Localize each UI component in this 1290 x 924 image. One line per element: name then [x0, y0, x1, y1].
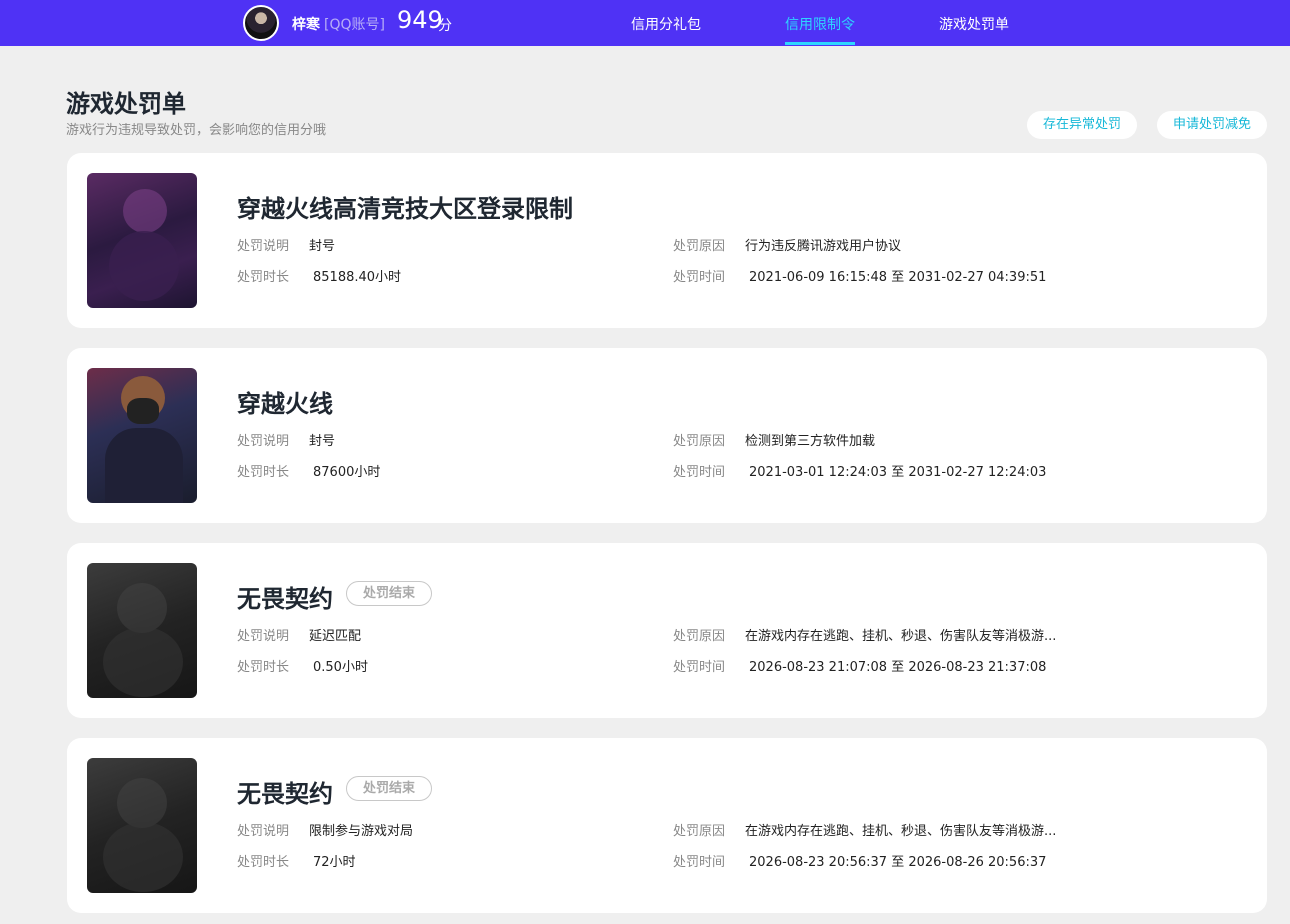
- page-subtitle: 游戏行为违规导致处罚，会影响您的信用分哦: [66, 123, 327, 138]
- penalty-time: 2021-03-01 12:24:03 至 2031-02-27 12:24:0…: [749, 465, 1047, 480]
- penalty-description: 延迟匹配: [309, 629, 362, 644]
- label-time: 处罚时间: [673, 660, 726, 675]
- label-time: 处罚时间: [673, 855, 726, 870]
- status-badge: 处罚结束: [346, 776, 432, 801]
- appeal-button[interactable]: 申请处罚减免: [1157, 111, 1267, 139]
- username: 梓寒: [292, 17, 320, 33]
- game-thumbnail: [87, 173, 197, 308]
- nav-game-penalty[interactable]: 游戏处罚单: [939, 14, 1009, 34]
- label-time: 处罚时间: [673, 465, 726, 480]
- label-duration: 处罚时长: [237, 855, 290, 870]
- game-title: 穿越火线高清竞技大区登录限制: [237, 195, 573, 223]
- label-description: 处罚说明: [237, 629, 290, 644]
- avatar[interactable]: [243, 5, 279, 41]
- penalty-reason: 在游戏内存在逃跑、挂机、秒退、伤害队友等消极游...: [745, 629, 1057, 644]
- penalty-description: 限制参与游戏对局: [309, 824, 414, 839]
- penalty-card: 穿越火线高清竞技大区登录限制 处罚说明 封号 处罚时长 85188.40小时 处…: [67, 153, 1267, 328]
- penalty-time: 2026-08-23 20:56:37 至 2026-08-26 20:56:3…: [749, 855, 1047, 870]
- credit-score: 949: [397, 6, 443, 34]
- label-duration: 处罚时长: [237, 465, 290, 480]
- label-duration: 处罚时长: [237, 270, 290, 285]
- penalty-duration: 72小时: [313, 855, 356, 870]
- game-title: 穿越火线: [237, 390, 333, 418]
- penalty-time: 2021-06-09 16:15:48 至 2031-02-27 04:39:5…: [749, 270, 1047, 285]
- penalty-description: 封号: [309, 239, 336, 254]
- penalty-duration: 85188.40小时: [313, 270, 402, 285]
- label-time: 处罚时间: [673, 270, 726, 285]
- penalty-duration: 87600小时: [313, 465, 381, 480]
- game-title: 无畏契约: [237, 585, 333, 613]
- game-thumbnail: [87, 758, 197, 893]
- label-description: 处罚说明: [237, 434, 290, 449]
- game-thumbnail: [87, 563, 197, 698]
- label-reason: 处罚原因: [673, 434, 726, 449]
- account-type: [QQ账号]: [324, 17, 385, 33]
- penalty-card: 无畏契约 处罚结束 处罚说明 限制参与游戏对局 处罚时长 72小时 处罚原因 在…: [67, 738, 1267, 913]
- penalty-duration: 0.50小时: [313, 660, 368, 675]
- score-unit: 分: [438, 18, 452, 34]
- penalty-reason: 行为违反腾讯游戏用户协议: [745, 239, 902, 254]
- status-badge: 处罚结束: [346, 581, 432, 606]
- nav-credit-gift[interactable]: 信用分礼包: [631, 14, 701, 34]
- penalty-card: 无畏契约 处罚结束 处罚说明 延迟匹配 处罚时长 0.50小时 处罚原因 在游戏…: [67, 543, 1267, 718]
- penalty-reason: 在游戏内存在逃跑、挂机、秒退、伤害队友等消极游...: [745, 824, 1057, 839]
- penalty-card: 穿越火线 处罚说明 封号 处罚时长 87600小时 处罚原因 检测到第三方软件加…: [67, 348, 1267, 523]
- nav-credit-restriction[interactable]: 信用限制令: [785, 14, 855, 34]
- abnormal-penalty-button[interactable]: 存在异常处罚: [1027, 111, 1137, 139]
- label-description: 处罚说明: [237, 239, 290, 254]
- game-thumbnail: [87, 368, 197, 503]
- page-title: 游戏处罚单: [66, 90, 186, 118]
- top-bar: 梓寒 [QQ账号] 949 分 信用分礼包 信用限制令 游戏处罚单: [0, 0, 1290, 46]
- penalty-time: 2026-08-23 21:07:08 至 2026-08-23 21:37:0…: [749, 660, 1047, 675]
- label-duration: 处罚时长: [237, 660, 290, 675]
- label-reason: 处罚原因: [673, 629, 726, 644]
- label-reason: 处罚原因: [673, 239, 726, 254]
- game-title: 无畏契约: [237, 780, 333, 808]
- penalty-reason: 检测到第三方软件加载: [745, 434, 876, 449]
- nav-active-indicator: [785, 42, 855, 45]
- penalty-description: 封号: [309, 434, 336, 449]
- label-description: 处罚说明: [237, 824, 290, 839]
- label-reason: 处罚原因: [673, 824, 726, 839]
